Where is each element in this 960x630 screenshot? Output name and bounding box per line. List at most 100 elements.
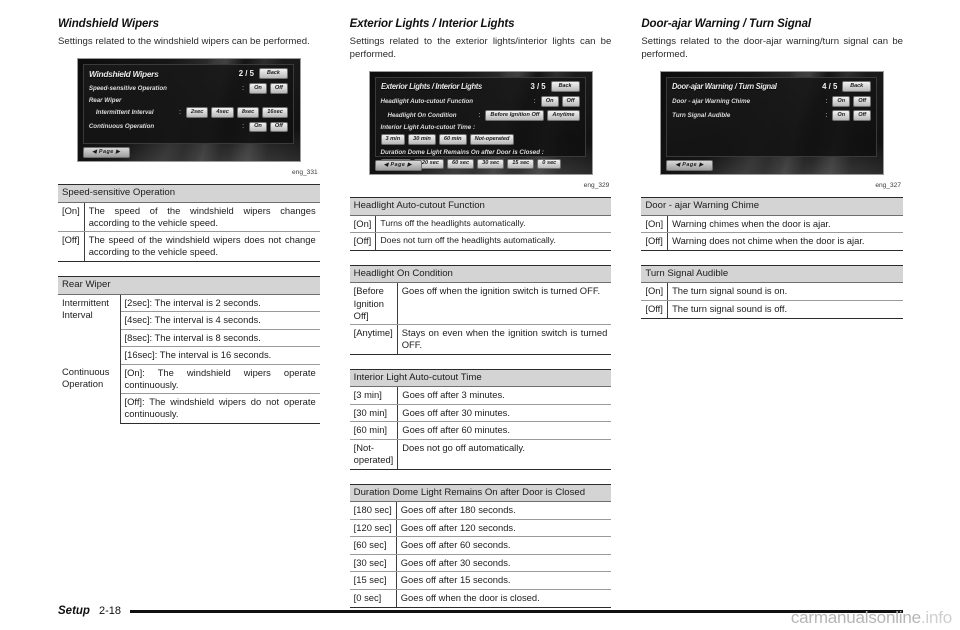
spec-table: Headlight On Condition [Before Ignition O… [349,264,612,355]
footer-rule [129,609,903,613]
page-navigation-button[interactable]: ◀ Page ▶ [666,159,714,171]
option-button[interactable]: 2sec [185,107,209,119]
table-row: [Off] The turn signal sound is off. [641,300,904,319]
section-description: Settings related to the exterior lights/… [349,36,612,60]
option-button[interactable]: On [540,96,559,107]
table-header-cell: Duration Dome Light Remains On after Doo… [349,483,612,503]
table-value-cell: The turn signal sound is on. [667,282,904,301]
table-value-cell: Goes off after 30 minutes. [397,404,612,423]
table-header-cell: Turn Signal Audible [641,264,904,284]
option-button[interactable]: Off [269,83,288,94]
table-row: Intermittent Interval [2sec]: The interva… [58,294,320,365]
table-value-cell: Warning chimes when the door is ajar. [667,215,904,234]
table-header-cell: Speed-sensitive Operation [58,183,320,203]
setting-label: Door - ajar Warning Chime [672,98,751,106]
setting-label: Intermittent Interval [95,109,154,117]
colon-separator: : [825,98,828,106]
option-button[interactable]: Off [853,96,872,107]
nav-screen-setting-row: Turn Signal Audible: On Off [672,110,872,121]
option-button[interactable]: On [832,96,851,107]
table-row: [3 min] Goes off after 3 minutes. [349,386,612,405]
option-button[interactable]: 60 min [438,134,467,146]
option-button[interactable]: 0 sec [537,158,562,170]
option-button[interactable]: On [832,110,851,121]
setting-label: Headlight Auto-cutout Function [380,98,474,106]
option-button[interactable]: Not-operated [469,134,515,146]
option-button[interactable]: 4sec [211,107,234,119]
figure-caption: eng_329 [583,181,610,189]
option-button[interactable]: 15 sec [507,158,535,170]
table-row: [30 sec] Goes off after 30 seconds. [349,554,612,573]
table-key-cell: Intermittent Interval [58,294,121,365]
table-key-cell: [On] [349,215,377,234]
figure-caption: eng_331 [292,168,318,176]
nav-screen-title: Windshield Wipers [88,68,159,79]
figure-caption: eng_327 [875,181,902,189]
table-value-cell: The speed of the windshield wipers chang… [84,202,320,233]
option-button[interactable]: 16sec [262,107,288,119]
table-row: [60 sec] Goes off after 60 seconds. [349,536,612,555]
nav-page-indicator: 4 / 5 [822,82,838,92]
option-button[interactable]: Off [853,110,872,121]
table-row: [On] The speed of the windshield wipers c… [58,202,320,233]
section-description: Settings related to the door-ajar warnin… [641,36,904,60]
table-row: [60 min] Goes off after 60 minutes. [349,421,612,440]
table-header-cell: Headlight On Condition [349,264,612,284]
three-column-layout: Windshield Wipers Settings related to the… [58,18,904,622]
spec-table: Duration Dome Light Remains On after Doo… [349,483,612,608]
table-header-row: Interior Light Auto-cutout Time [349,368,612,388]
table-row: [30 min] Goes off after 30 minutes. [349,404,612,423]
back-button[interactable]: Back [258,67,288,80]
nav-button-group: On Off [832,96,872,107]
nav-screen-panel: Exterior Lights / Interior Lights 3 / 5 Ba… [374,76,586,170]
nav-screen-setting-row: Headlight Auto-cutout Function: On Off [381,96,580,107]
option-button[interactable]: Off [561,96,580,107]
option-button[interactable]: On [249,83,267,94]
table-key-cell: [30 sec] [349,554,397,573]
option-button[interactable]: 8sec [236,107,260,119]
table-value-cell: [2sec]: The interval is 2 seconds. [120,294,320,313]
colon-separator: : [242,123,245,131]
table-header-row: Door - ajar Warning Chime [641,196,904,216]
option-button[interactable]: 3 min [380,134,406,146]
nav-screen-title-right: 3 / 5 Back [530,80,580,93]
table-value-cell: Goes off after 60 minutes. [397,421,612,440]
table-key-cell: [Off] [641,232,669,251]
option-button[interactable]: 60 sec [446,158,475,170]
option-button[interactable]: Off [269,121,288,133]
table-value-cell: Warning does not chime when the door is … [667,232,904,251]
watermark: carmanualsonline.info [791,608,952,628]
manual-column: Windshield Wipers Settings related to the… [58,18,320,622]
option-button[interactable]: Before Ignition Off [485,110,545,121]
option-button[interactable]: On [249,121,267,133]
nav-button-group: On Off [832,110,872,121]
nav-button-group: 3 min 30 min 60 min Not-operated [380,134,515,146]
table-key-cell: [180 sec] [349,501,397,520]
nav-screen-title-right: 4 / 5 Back [822,80,872,93]
nav-page-indicator: 3 / 5 [530,82,546,92]
table-header-row: Speed-sensitive Operation [58,183,320,203]
spec-table: Speed-sensitive Operation [On] The speed o… [58,183,320,262]
watermark-extension: .info [920,608,952,627]
table-header-row: Turn Signal Audible [641,264,904,284]
page-footer: Setup 2-18 [58,605,903,617]
table-value-cell: [On]: The windshield wipers operate cont… [120,364,320,395]
nav-screen-setting-row: Speed-sensitive Operation: On Off [89,83,288,94]
back-button[interactable]: Back [842,80,872,93]
table-row: [Off] Warning does not chime when the doo… [641,232,904,251]
nav-screen-setting-row: Door - ajar Warning Chime: On Off [672,96,872,107]
option-button[interactable]: Anytime [547,110,580,121]
nav-screen-illustration: Windshield Wipers 2 / 5 Back Speed-sensitiv… [76,57,301,162]
nav-button-group: On Off [249,83,288,94]
option-button[interactable]: 30 min [408,134,436,146]
page-navigation-button[interactable]: ◀ Page ▶ [82,146,130,158]
page-navigation-button[interactable]: ◀ Page ▶ [374,159,422,171]
nav-screen-title: Exterior Lights / Interior Lights [380,82,482,92]
table-value-cell: [8sec]: The interval is 8 seconds. [120,329,320,348]
nav-screen-button-row: 3 min 30 min 60 min Not-operated [380,134,580,146]
table-row: Continuous Operation [On]: The windshield… [58,364,320,424]
back-button[interactable]: Back [550,80,580,93]
nav-screen-panel: Windshield Wipers 2 / 5 Back Speed-sensitiv… [82,63,294,144]
option-button[interactable]: 30 sec [477,158,505,170]
table-row: [Not-operated] Does not go off automatica… [349,439,612,470]
